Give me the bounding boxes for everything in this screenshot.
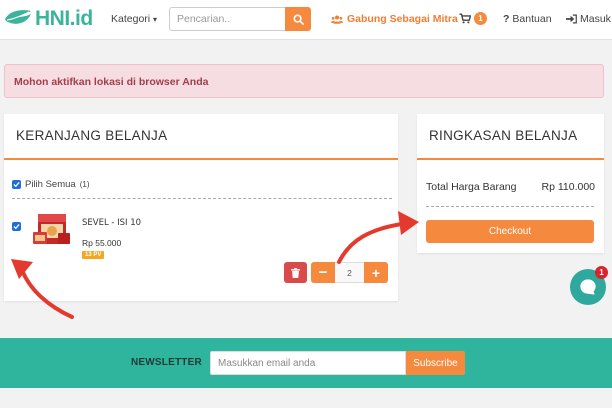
summary-panel: RINGKASAN BELANJA Total Harga Barang Rp … — [417, 114, 604, 253]
leaf-logo-icon — [5, 10, 31, 24]
location-alert: Mohon aktifkan lokasi di browser Anda — [4, 64, 604, 98]
product-price: Rp 55.000 — [82, 238, 122, 248]
search-input[interactable] — [169, 7, 286, 31]
login-label: Masuk — [580, 13, 611, 25]
increase-quantity-button[interactable]: + — [364, 262, 388, 283]
question-icon: ? — [503, 13, 510, 25]
checkout-button[interactable]: Checkout — [426, 220, 594, 243]
select-all-checkbox[interactable] — [12, 180, 21, 189]
cart-title-divider — [4, 158, 398, 160]
newsletter-section: NEWSLETTER Subscribe — [0, 338, 612, 388]
search-button[interactable] — [285, 7, 311, 31]
chat-icon — [580, 279, 596, 295]
logo-text: HNI.id — [35, 7, 93, 30]
summary-title: RINGKASAN BELANJA — [429, 128, 578, 143]
search-icon — [292, 13, 304, 25]
delete-item-button[interactable] — [284, 262, 307, 283]
divider — [12, 198, 392, 199]
chat-notification-badge: 1 — [595, 266, 608, 279]
help-label: Bantuan — [512, 13, 552, 25]
quantity-input[interactable] — [335, 262, 364, 283]
site-logo[interactable]: HNI.id — [4, 6, 93, 32]
pv-badge: 13 PV — [82, 251, 105, 259]
product-image[interactable] — [32, 212, 72, 248]
join-partner-label: Gabung Sebagai Mitra — [347, 13, 458, 25]
cart-link[interactable]: 1 — [459, 12, 487, 25]
subscribe-button[interactable]: Subscribe — [406, 351, 465, 375]
newsletter-email-input[interactable] — [210, 351, 406, 375]
search-bar — [169, 7, 311, 31]
decrease-quantity-button[interactable]: − — [311, 262, 335, 283]
help-link[interactable]: ? Bantuan — [503, 13, 552, 25]
item-checkbox[interactable] — [12, 222, 21, 231]
login-link[interactable]: Masuk — [566, 13, 611, 25]
divider — [426, 206, 594, 207]
summary-title-divider — [417, 158, 604, 160]
check-icon — [13, 223, 20, 230]
cart-count-badge: 1 — [474, 12, 487, 25]
total-price-value: Rp 110.000 — [541, 181, 595, 193]
total-price-label: Total Harga Barang — [426, 181, 517, 193]
cart-panel: KERANJANG BELANJA Pilih Semua (1) SEVEL … — [4, 114, 398, 301]
chat-widget-button[interactable]: 1 — [570, 266, 608, 305]
check-icon — [13, 181, 20, 188]
newsletter-label: NEWSLETTER — [131, 357, 202, 368]
kategori-dropdown[interactable]: Kategori ▾ — [111, 13, 157, 25]
cart-icon — [459, 13, 471, 24]
cart-title: KERANJANG BELANJA — [16, 128, 168, 143]
select-all-count: (1) — [79, 180, 90, 189]
select-all-row: Pilih Semua (1) — [12, 179, 89, 190]
top-navbar: HNI.id Kategori ▾ Gabung Sebagai Mitra — [0, 0, 612, 40]
select-all-label: Pilih Semua — [25, 179, 76, 190]
chevron-down-icon: ▾ — [153, 15, 158, 24]
trash-icon — [291, 267, 300, 278]
join-partner-link[interactable]: Gabung Sebagai Mitra — [331, 13, 458, 25]
kategori-label: Kategori — [111, 13, 151, 25]
sign-in-icon — [566, 14, 577, 24]
product-name[interactable]: SEVEL - ISI 10 — [82, 218, 141, 228]
users-icon — [331, 14, 343, 24]
